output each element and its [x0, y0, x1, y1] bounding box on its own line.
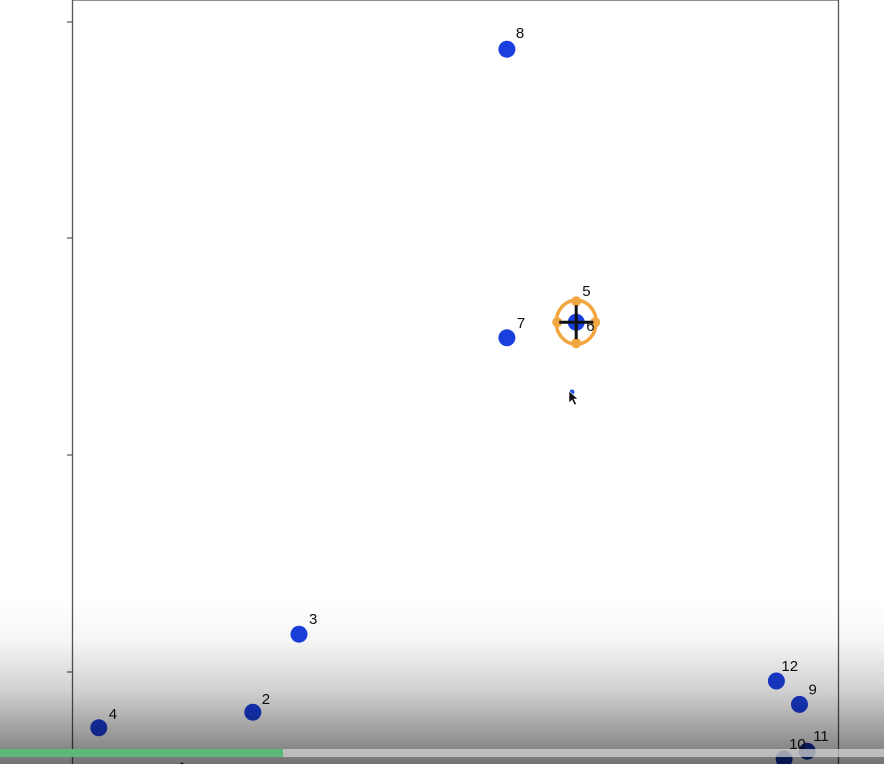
point-label-4: 4 [109, 706, 117, 723]
point-label-9: 9 [809, 681, 817, 698]
video-progress-fill [0, 749, 283, 757]
plot-frame [71, 0, 840, 764]
point-2[interactable] [244, 703, 262, 721]
point-labels-layer: 123456789101112 [109, 25, 829, 764]
point-label-12: 12 [781, 658, 798, 675]
point-label-5: 5 [582, 283, 590, 300]
video-progress-bar[interactable] [0, 749, 884, 757]
point-9[interactable] [791, 695, 808, 713]
points-layer [90, 40, 816, 764]
mouse-pointer-icon [568, 389, 579, 406]
video-frame: 123456789101112 [0, 0, 884, 764]
point-label-7: 7 [517, 315, 525, 332]
point-7[interactable] [498, 329, 516, 347]
point-8[interactable] [498, 40, 516, 58]
scatter-plot: 123456789101112 [67, 0, 840, 764]
point-label-2: 2 [262, 691, 270, 708]
point-label-3: 3 [309, 611, 317, 628]
point-label-8: 8 [516, 25, 524, 42]
point-4[interactable] [90, 719, 108, 737]
point-12[interactable] [767, 672, 785, 690]
point-label-1: 1 [178, 759, 186, 764]
point-3[interactable] [290, 625, 308, 643]
point-label-11: 11 [813, 728, 829, 745]
